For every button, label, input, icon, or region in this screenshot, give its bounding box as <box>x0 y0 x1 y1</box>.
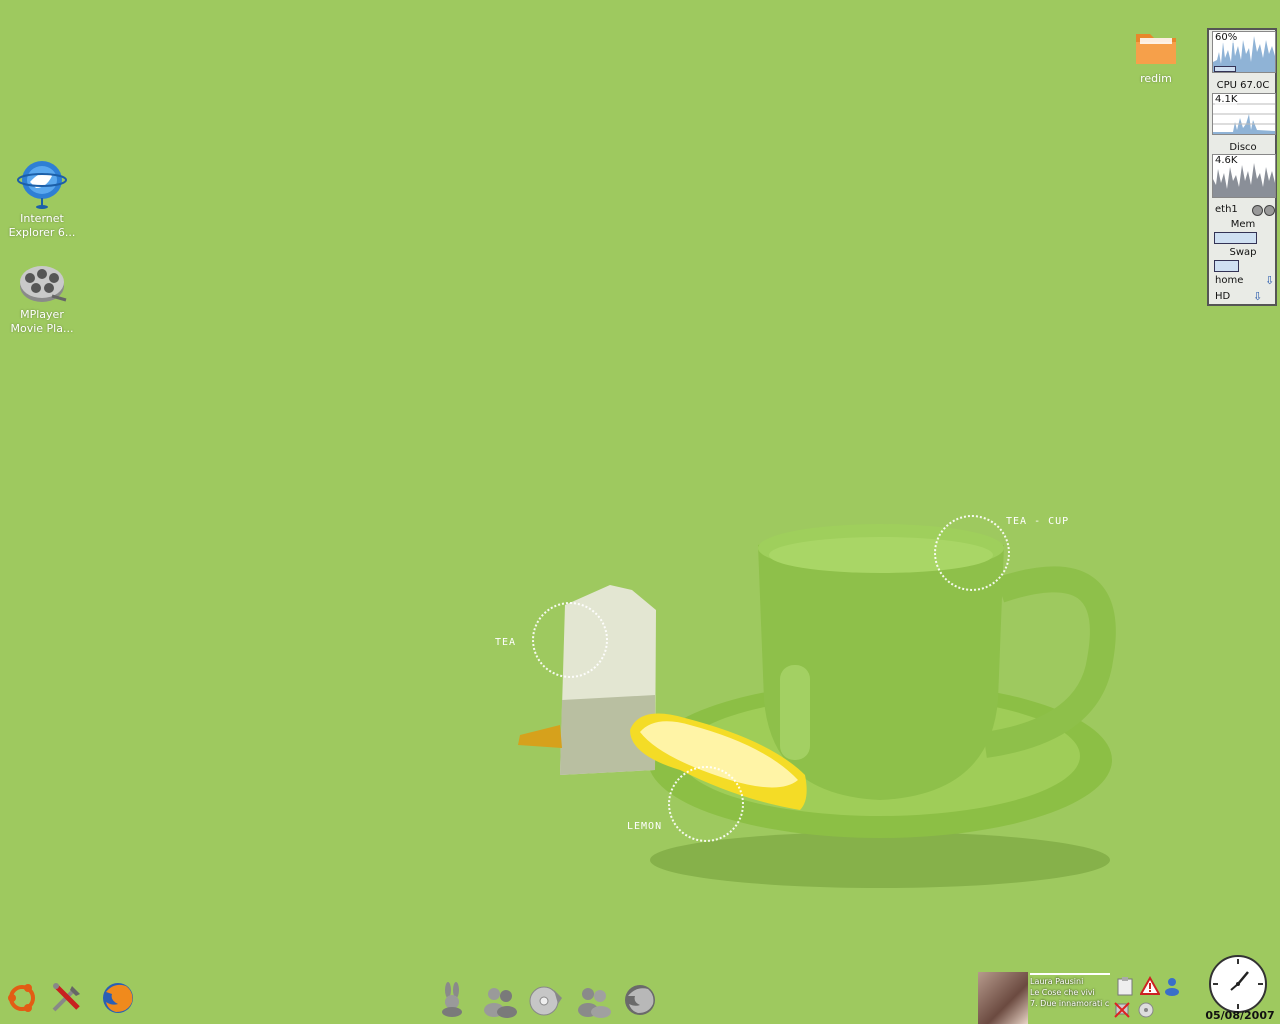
tools-icon <box>52 983 80 1012</box>
network-disconnected-tray[interactable] <box>1112 1000 1132 1024</box>
desktop-icon-redim-folder[interactable]: redim <box>1114 26 1198 86</box>
folder-icon <box>1136 34 1176 64</box>
now-playing-artist: Laura Pausini <box>1030 977 1084 986</box>
now-playing-widget[interactable]: Laura Pausini Le Cose che vivi 7. Due in… <box>978 972 1112 1024</box>
net-tx-led-icon <box>1264 205 1275 216</box>
desktop-icon-internet-explorer[interactable]: Internet Explorer 6... <box>0 158 84 240</box>
desktop-icon-mplayer[interactable]: MPlayer Movie Pla... <box>0 262 84 336</box>
mplayer-icon <box>20 266 67 302</box>
icon-label-line2: Explorer 6... <box>8 226 76 239</box>
firefox-launcher[interactable] <box>100 980 136 1020</box>
internet-explorer-icon <box>17 161 67 209</box>
update-warning-tray[interactable] <box>1139 975 1161 1000</box>
tea-label: TEA <box>495 637 517 648</box>
volume-tray[interactable] <box>1136 1000 1156 1024</box>
cpu-temp: CPU 67.0C <box>1216 80 1270 91</box>
bunny-launcher[interactable] <box>436 982 470 1022</box>
lemon-label: LEMON <box>627 821 663 832</box>
contacts-launcher[interactable] <box>576 984 612 1022</box>
tea-cup-label: TEA - CUP <box>1006 516 1070 527</box>
warning-icon <box>1139 975 1161 995</box>
cd-player-launcher[interactable] <box>528 984 564 1022</box>
tools-launcher[interactable] <box>48 980 84 1020</box>
network-disconnected-icon <box>1114 1002 1130 1018</box>
disk-chart[interactable]: 4.1K <box>1212 93 1276 135</box>
mem-meter <box>1214 232 1257 244</box>
clock-date: 05/08/2007 <box>1205 1009 1275 1022</box>
net-rx-led-icon <box>1252 205 1263 216</box>
cd-player-icon <box>529 986 562 1016</box>
speaker-icon <box>1138 1002 1154 1018</box>
icon-label-line1: MPlayer <box>20 308 64 321</box>
system-monitor-panel[interactable]: 60% CPU 67.0C 4.1K Disco 4.6K eth1 Mem S… <box>1207 28 1277 306</box>
disk-label: Disco <box>1229 142 1257 153</box>
user-tray[interactable] <box>1162 976 1182 1000</box>
web-browser-launcher[interactable] <box>622 982 658 1022</box>
disk-rate: 4.1K <box>1215 94 1238 105</box>
cpu-percent: 60% <box>1215 32 1238 43</box>
network-chart[interactable]: 4.6K <box>1212 154 1276 198</box>
tea-highlight-ring <box>532 602 608 678</box>
cup-highlight-ring <box>934 515 1010 591</box>
ubuntu-menu-icon <box>8 984 35 1012</box>
cpu-chart[interactable]: 60% <box>1212 31 1276 73</box>
track-progress[interactable] <box>1030 973 1110 975</box>
fs-hd-label[interactable]: HD <box>1215 291 1277 302</box>
web-browser-icon <box>625 985 655 1015</box>
swap-label: Swap <box>1229 247 1257 258</box>
mount-arrow-icon[interactable]: ⇩ <box>1265 274 1274 287</box>
bunny-icon <box>442 982 462 1017</box>
clock-icon <box>1209 955 1267 1013</box>
clipboard-tray[interactable] <box>1116 976 1134 1000</box>
ubuntu-menu-button[interactable] <box>4 980 40 1020</box>
icon-label-line2: Movie Pla... <box>10 322 74 335</box>
album-art <box>978 972 1028 1024</box>
firefox-icon <box>103 983 133 1013</box>
lemon-highlight-ring <box>668 766 744 842</box>
clipboard-icon <box>1117 977 1133 996</box>
wallpaper-tea-cup-art <box>518 524 1116 888</box>
user-icon <box>1165 978 1179 996</box>
now-playing-album: Le Cose che vivi <box>1030 988 1095 997</box>
net-rate: 4.6K <box>1215 155 1238 166</box>
messenger-launcher[interactable] <box>482 984 518 1022</box>
messenger-icon <box>484 988 517 1018</box>
icon-label: redim <box>1140 72 1172 85</box>
icon-label-line1: Internet <box>20 212 64 225</box>
mem-label: Mem <box>1230 219 1256 230</box>
cpu-krell <box>1214 66 1236 72</box>
mount-arrow-icon[interactable]: ⇩ <box>1253 290 1262 303</box>
contacts-icon <box>578 988 611 1018</box>
now-playing-track: 7. Due innamorati c <box>1030 999 1110 1008</box>
swap-meter <box>1214 260 1239 272</box>
